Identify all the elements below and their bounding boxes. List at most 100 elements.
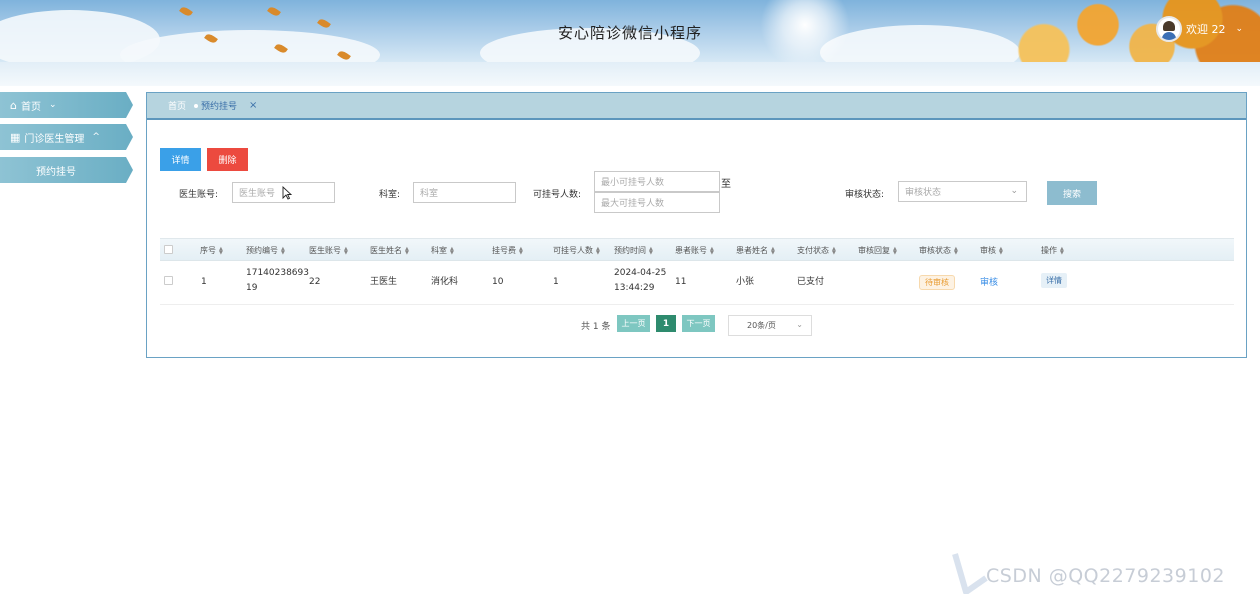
home-icon: ⌂ [10,98,17,112]
welcome-text[interactable]: 欢迎 22 [1186,21,1226,37]
cell-pay-status: 已支付 [797,277,825,287]
cell-index: 1 [201,277,207,287]
sort-icon[interactable]: ▲ ▼ [649,246,653,255]
csdn-logo-icon [952,553,988,594]
row-detail-button[interactable]: 详情 [1041,273,1067,288]
sort-icon[interactable]: ▲ ▼ [1060,246,1064,255]
chevron-down-icon: ⌄ [1010,186,1018,196]
tab-appointment[interactable]: 预约挂号 [194,99,237,112]
cell-department: 消化科 [431,277,459,287]
delete-button[interactable]: 删除 [207,148,248,171]
column-header[interactable]: 患者姓名 ▲ ▼ [736,239,775,262]
column-header[interactable]: 预约编号 ▲ ▼ [246,239,285,262]
app-root: 安心陪诊微信小程序 欢迎 22 ⌄ ⌂ 首页 ⌄ ▦ 门诊医生管理 ^ 预约挂号… [0,0,1260,599]
sort-icon[interactable]: ▲ ▼ [405,246,409,255]
sidebar-item-label: 门诊医生管理 [24,133,85,145]
cell-booking-no: 17140238693 19 [246,268,309,293]
tab-label: 预约挂号 [201,102,238,112]
tab-home[interactable]: 首页 [168,99,186,112]
column-header[interactable]: 审核状态 ▲ ▼ [919,239,958,262]
column-header[interactable]: 操作 ▲ ▼ [1041,239,1064,262]
watermark-text: CSDN @QQ2279239102 [986,565,1226,587]
sort-icon[interactable]: ▲ ▼ [893,246,897,255]
cell-doctor-name: 王医生 [370,277,398,287]
doctor-account-label: 医生账号: [179,190,219,200]
header-subbar [0,62,1260,86]
audit-link[interactable]: 审核 [980,275,998,288]
department-label: 科室: [379,190,401,200]
user-menu[interactable]: 欢迎 22 ⌄ [1156,16,1243,42]
column-header[interactable]: 支付状态 ▲ ▼ [797,239,836,262]
sort-icon[interactable]: ▲ ▼ [999,246,1003,255]
page-size-value: 20条/页 [747,321,776,330]
prev-page-button[interactable]: 上一页 [617,315,650,332]
audit-status-placeholder: 审核状态 [905,188,942,198]
audit-status-label: 审核状态: [845,190,885,200]
sort-icon[interactable]: ▲ ▼ [710,246,714,255]
leaf-decoration [179,5,193,18]
app-title: 安心陪诊微信小程序 [557,24,702,42]
table-header: 序号 ▲ ▼ 预约编号 ▲ ▼ 医生账号 ▲ ▼ 医生姓名 ▲ ▼ 科室 ▲ ▼ 挂号费 ▲ ▼ 可挂号… [160,238,1234,261]
cell-capacity: 1 [553,277,559,287]
sort-icon[interactable]: ▲ ▼ [281,246,285,255]
close-icon[interactable]: × [249,100,257,111]
cell-patient-name: 小张 [736,277,755,287]
grid-icon: ▦ [10,130,21,144]
table-row[interactable]: 1 17140238693 19 22 王医生 消化科 10 1 2024-04… [160,261,1234,305]
sort-icon[interactable]: ▲ ▼ [344,246,348,255]
cell-patient-account: 11 [675,277,687,287]
top-header: 安心陪诊微信小程序 欢迎 22 ⌄ [0,0,1260,62]
sort-icon[interactable]: ▲ ▼ [771,246,775,255]
sort-icon[interactable]: ▲ ▼ [519,246,523,255]
chevron-down-icon: ⌄ [48,100,57,110]
sort-icon[interactable]: ▲ ▼ [450,246,454,255]
sort-icon[interactable]: ▲ ▼ [832,246,836,255]
column-header[interactable]: 可挂号人数 ▲ ▼ [553,239,600,262]
sidebar-item-label: 首页 [20,101,41,113]
next-page-button[interactable]: 下一页 [682,315,715,332]
column-header[interactable]: 审核 ▲ ▼ [980,239,1003,262]
column-header[interactable]: 审核回复 ▲ ▼ [858,239,897,262]
sort-icon[interactable]: ▲ ▼ [596,246,600,255]
column-header[interactable]: 科室 ▲ ▼ [431,239,454,262]
mouse-cursor-icon [282,186,292,200]
sidebar-item-appointment[interactable]: 预约挂号 [0,157,133,183]
column-header[interactable]: 医生账号 ▲ ▼ [309,239,348,262]
leaf-decoration [267,5,281,18]
main-panel: 首页 预约挂号 × 详情 删除 医生账号: 医生账号 科室: 科室 可挂号人数:… [146,92,1247,358]
page-number-current[interactable]: 1 [656,315,676,332]
detail-button[interactable]: 详情 [160,148,201,171]
column-header[interactable]: 医生姓名 ▲ ▼ [370,239,409,262]
status-badge: 待审核 [919,275,955,290]
column-header[interactable]: 挂号费 ▲ ▼ [492,239,523,262]
select-all-checkbox[interactable] [164,245,173,254]
sidebar-item-home[interactable]: ⌂ 首页 ⌄ [0,92,133,118]
chevron-down-icon: ⌄ [796,320,803,329]
page-size-select[interactable]: 20条/页 ⌄ [728,315,812,336]
row-checkbox[interactable] [164,276,173,285]
tab-bar: 首页 预约挂号 × [147,93,1246,120]
column-header[interactable]: 患者账号 ▲ ▼ [675,239,714,262]
sort-icon[interactable]: ▲ ▼ [954,246,958,255]
active-dot-icon [194,103,199,108]
cell-fee: 10 [492,277,504,287]
search-button[interactable]: 搜索 [1047,181,1097,205]
pagination-total: 共 1 条 [581,322,611,332]
sort-icon[interactable]: ▲ ▼ [219,246,223,255]
capacity-label: 可挂号人数: [533,190,582,200]
cell-doctor-account: 22 [309,277,321,287]
chevron-down-icon[interactable]: ⌄ [1236,24,1244,34]
department-input[interactable]: 科室 [413,182,516,203]
sidebar-item-label: 预约挂号 [36,166,76,178]
appointment-table: 序号 ▲ ▼ 预约编号 ▲ ▼ 医生账号 ▲ ▼ 医生姓名 ▲ ▼ 科室 ▲ ▼ 挂号费 ▲ ▼ 可挂号… [160,238,1234,305]
capacity-min-input[interactable]: 最小可挂号人数 [594,171,720,192]
capacity-max-input[interactable]: 最大可挂号人数 [594,192,720,213]
audit-status-select[interactable]: 审核状态 ⌄ [898,181,1027,202]
column-header[interactable]: 预约时间 ▲ ▼ [614,239,653,262]
sidebar-item-outpatient-doctor-management[interactable]: ▦ 门诊医生管理 ^ [0,124,133,150]
chevron-up-icon: ^ [92,132,100,142]
range-to-text: 至 [721,179,731,190]
avatar[interactable] [1156,16,1182,42]
column-header[interactable]: 序号 ▲ ▼ [200,239,223,262]
cell-appointment-time: 2024-04-25 13:44:29 [614,268,667,293]
